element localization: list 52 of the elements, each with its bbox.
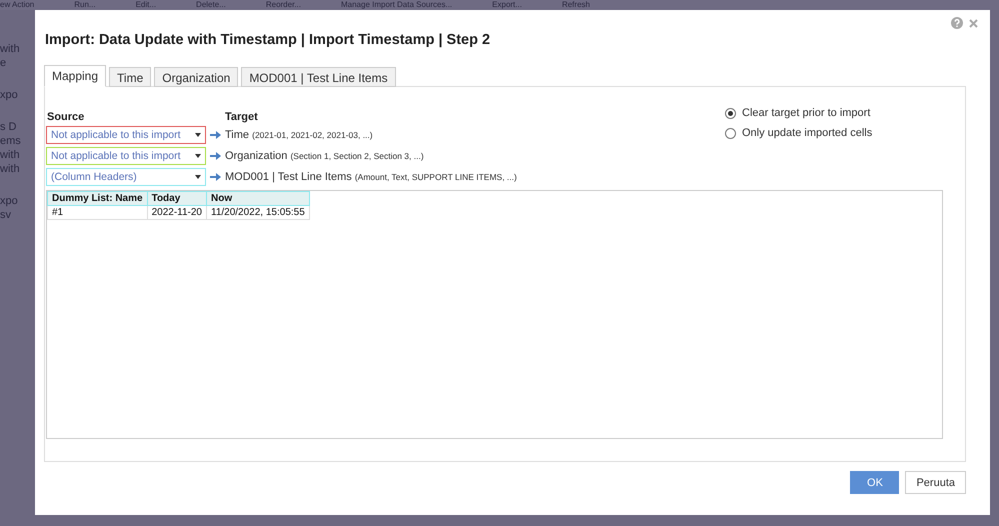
tab[interactable]: Organization bbox=[154, 67, 238, 87]
source-dropdown[interactable]: Not applicable to this import bbox=[46, 147, 206, 165]
arrow-icon bbox=[210, 131, 221, 139]
cancel-button[interactable]: Peruuta bbox=[905, 471, 966, 494]
tab[interactable]: Time bbox=[109, 67, 152, 87]
radio-option[interactable]: Only update imported cells bbox=[725, 127, 943, 139]
toolbar-item[interactable]: Export... bbox=[492, 0, 522, 10]
list-text: ems bbox=[0, 134, 22, 148]
caret-icon bbox=[195, 133, 201, 137]
radio-button[interactable] bbox=[725, 128, 736, 138]
list-text: xpo bbox=[0, 194, 19, 208]
column-header: Dummy List: Name bbox=[48, 192, 148, 206]
table-cell: 2022-11-20 bbox=[147, 206, 206, 220]
toolbar-item[interactable]: Reorder... bbox=[266, 0, 301, 10]
list-text: sv bbox=[0, 208, 12, 222]
arrow-icon bbox=[210, 173, 221, 181]
list-text: with bbox=[0, 42, 21, 56]
list-text: e bbox=[0, 56, 8, 70]
source-dropdown[interactable]: (Column Headers) bbox=[46, 168, 206, 186]
list-text: s D bbox=[0, 120, 18, 134]
tab[interactable]: MOD001 | Test Line Items bbox=[241, 67, 396, 87]
option-label: Clear target prior to import bbox=[742, 107, 870, 119]
list-text: xpo bbox=[0, 88, 19, 102]
option-label: Only update imported cells bbox=[742, 127, 872, 139]
toolbar-item[interactable]: Manage Import Data Sources... bbox=[340, 0, 452, 10]
source-dropdown[interactable]: Not applicable to this import bbox=[46, 126, 206, 144]
arrow-icon bbox=[210, 152, 221, 160]
toolbar-item[interactable]: Run... bbox=[74, 0, 96, 10]
radio-button[interactable] bbox=[725, 108, 736, 118]
table-cell: 11/20/2022, 15:05:55 bbox=[206, 206, 310, 220]
close-icon[interactable] bbox=[969, 18, 978, 28]
column-heading: Source bbox=[46, 111, 86, 123]
caret-icon bbox=[195, 154, 201, 158]
toolbar-item[interactable]: ew Action bbox=[0, 0, 34, 10]
column-header: Now bbox=[206, 192, 310, 206]
ok-button[interactable]: OK bbox=[850, 471, 900, 494]
caret-icon bbox=[195, 175, 201, 179]
target-label: MOD001 | Test Line Items (Amount, Text, SUPPORT LINE ITEMS, ...) bbox=[225, 171, 517, 183]
list-text: with bbox=[0, 162, 21, 176]
column-header: Today bbox=[147, 192, 206, 206]
toolbar-item[interactable]: Delete... bbox=[196, 0, 226, 10]
target-label: Time (2021-01, 2021-02, 2021-03, ...) bbox=[225, 129, 373, 141]
tab[interactable]: Mapping bbox=[44, 65, 106, 87]
toolbar-item[interactable]: Refresh bbox=[562, 0, 590, 10]
table-cell: #1 bbox=[48, 206, 148, 220]
column-heading: Target bbox=[224, 111, 259, 123]
list-text: with bbox=[0, 148, 21, 162]
radio-option[interactable]: Clear target prior to import bbox=[725, 107, 943, 119]
dialog-title: Import: Data Update with Timestamp | Import Timestamp | Step 2 bbox=[45, 32, 492, 48]
target-label: Organization (Section 1, Section 2, Section 3, ...) bbox=[225, 150, 424, 162]
toolbar-item[interactable]: Edit... bbox=[136, 0, 156, 10]
help-icon[interactable] bbox=[951, 17, 963, 29]
